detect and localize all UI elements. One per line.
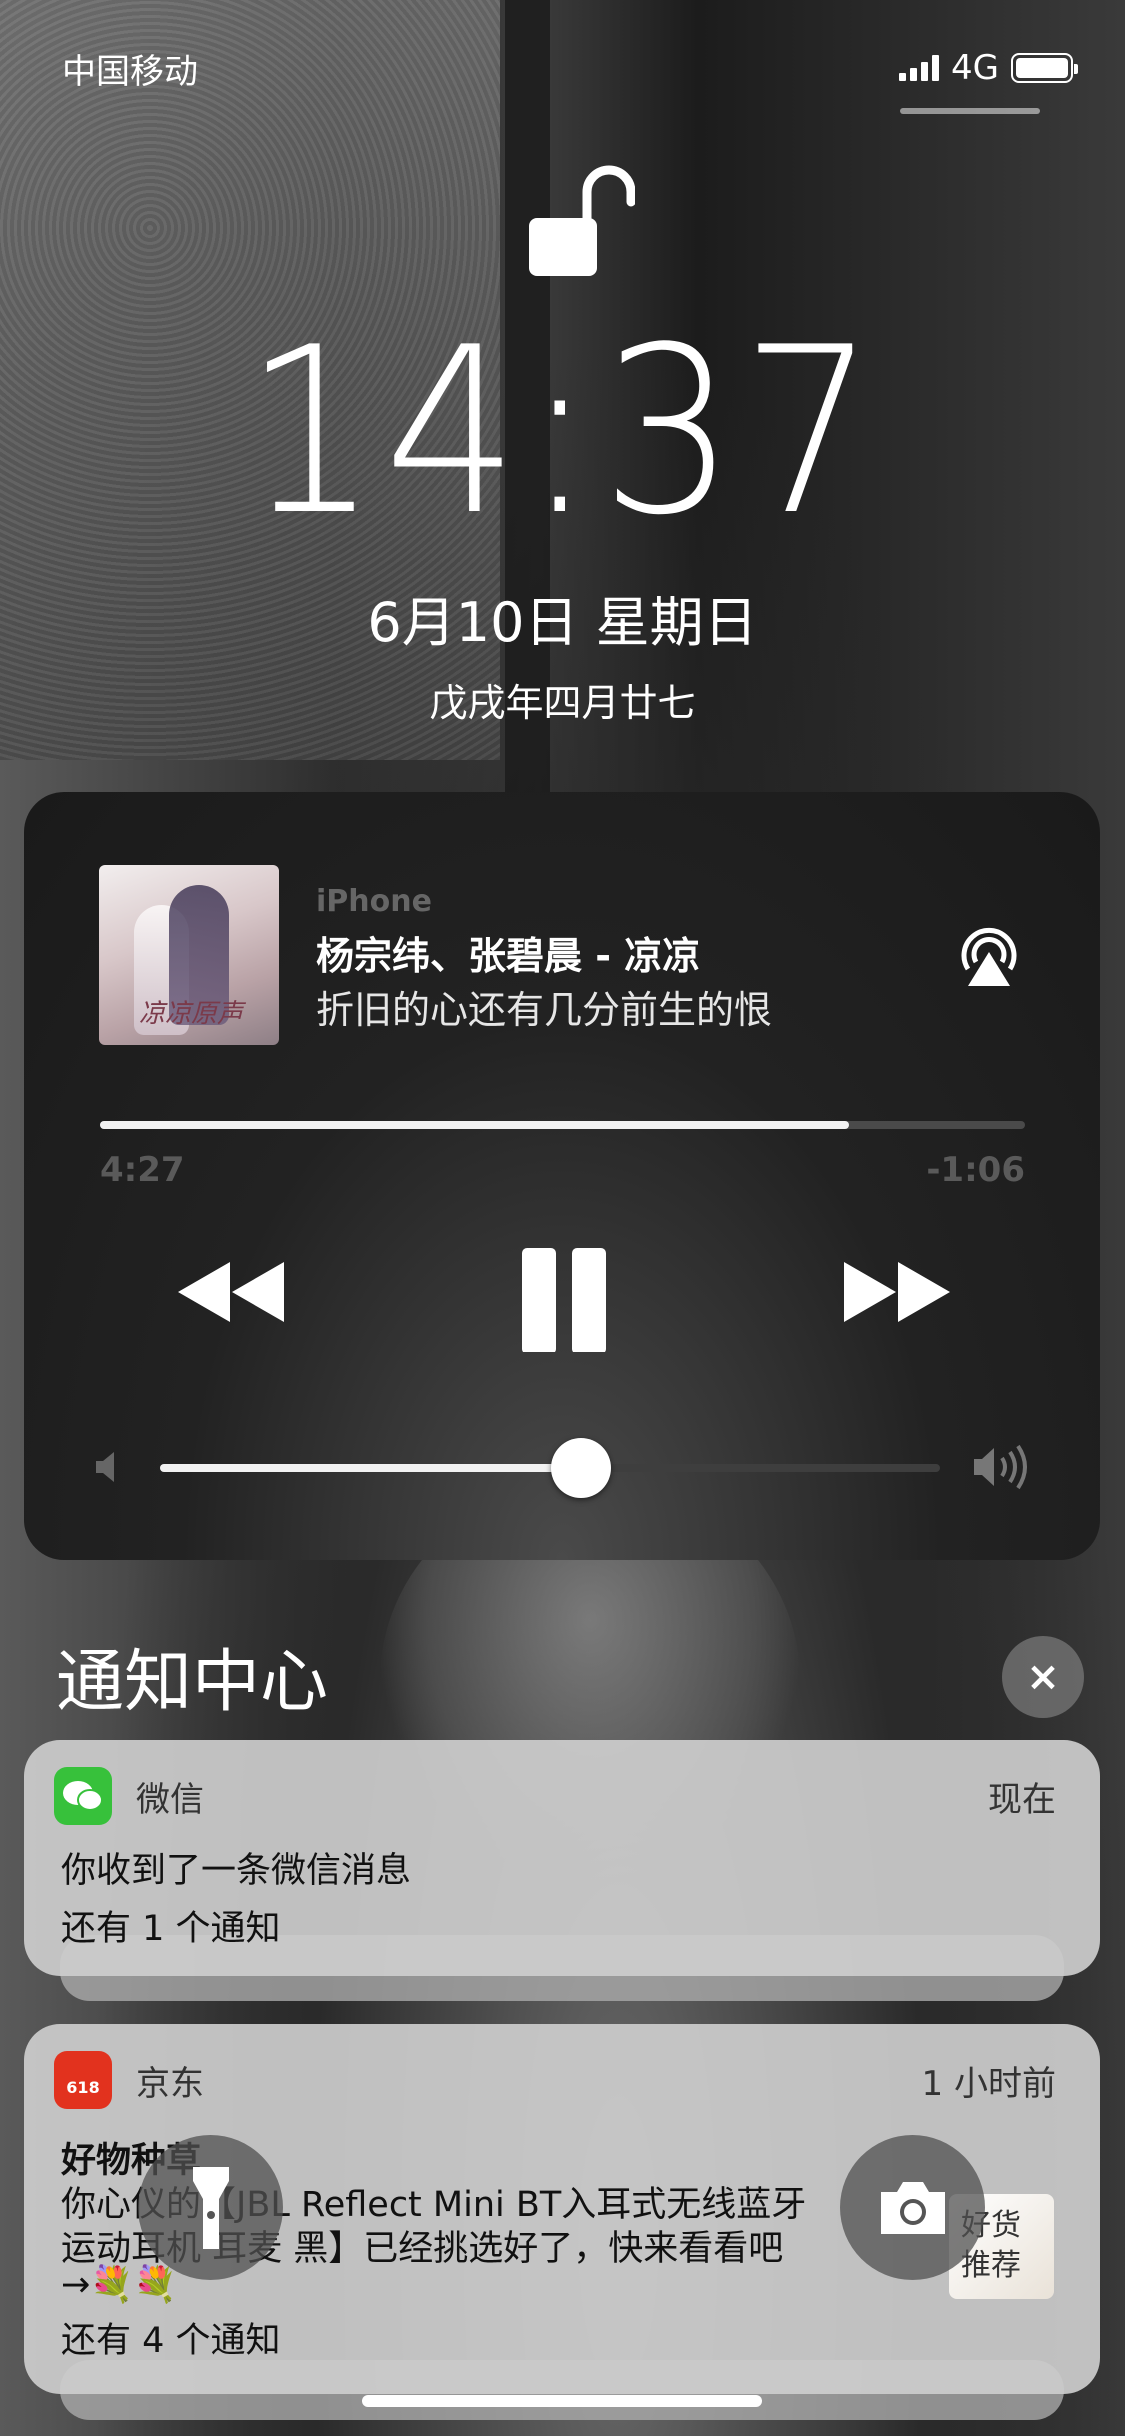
wechat-app-icon — [54, 1767, 112, 1825]
wechat-notification[interactable]: 微信 现在 你收到了一条微信消息 还有 1 个通知 — [24, 1740, 1100, 1976]
volume-high-icon — [974, 1444, 1027, 1490]
flashlight-icon — [192, 2166, 229, 2249]
now-playing-widget[interactable]: 凉凉原声 iPhone 杨宗纬、张碧晨 - 凉凉 折旧的心还有几分前生的恨 4:… — [24, 792, 1100, 1560]
control-center-indicator[interactable] — [900, 108, 1040, 114]
camera-button[interactable] — [840, 2135, 985, 2280]
track-lyric: 折旧的心还有几分前生的恨 — [316, 988, 773, 1032]
notification-app-name: 京东 — [136, 2064, 204, 2104]
camera-icon — [880, 2181, 945, 2234]
carrier-label: 中国移动 — [62, 51, 198, 92]
volume-low-icon — [96, 1452, 114, 1482]
fast-forward-button[interactable] — [842, 1232, 952, 1352]
notification-line: →💐💐 — [61, 2265, 178, 2305]
home-indicator[interactable] — [362, 2395, 762, 2407]
remaining-time: -1:06 — [926, 1150, 1025, 1190]
album-art-text: 凉凉原声 — [139, 999, 244, 1029]
lunar-date-label: 戊戌年四月廿七 — [429, 681, 696, 725]
jd-app-icon: 618 — [54, 2051, 112, 2109]
battery-icon — [1011, 53, 1078, 83]
rewind-button[interactable] — [176, 1232, 286, 1352]
playback-source: iPhone — [316, 884, 432, 919]
notification-time: 1 小时前 — [921, 2064, 1056, 2104]
volume-slider[interactable] — [160, 1438, 940, 1498]
status-bar: 中国移动 4G — [62, 48, 1078, 92]
notification-message: 你收到了一条微信消息 — [61, 1851, 412, 1891]
flashlight-button[interactable] — [138, 2135, 283, 2280]
playback-progress-fill — [100, 1121, 850, 1129]
date-label: 6月10日 星期日 — [367, 591, 758, 654]
notification-more-count: 还有 4 个通知 — [61, 2321, 281, 2361]
signal-icon — [899, 55, 940, 81]
network-label: 4G — [951, 48, 999, 88]
close-icon: × — [1026, 1654, 1060, 1700]
volume-fill — [160, 1464, 582, 1472]
pause-button[interactable] — [514, 1232, 614, 1352]
playback-scrubber[interactable] — [100, 1121, 1025, 1129]
notification-more-count: 还有 1 个通知 — [61, 1909, 281, 1949]
airplay-icon[interactable] — [954, 922, 1024, 992]
track-title: 杨宗纬、张碧晨 - 凉凉 — [316, 934, 701, 978]
notification-time: 现在 — [988, 1780, 1056, 1820]
notification-app-name: 微信 — [136, 1780, 204, 1820]
clock-time: 14:37 — [243, 299, 882, 566]
volume-knob[interactable] — [551, 1438, 612, 1498]
unlock-icon — [529, 165, 635, 276]
elapsed-time: 4:27 — [100, 1150, 185, 1190]
clear-notifications-button[interactable]: × — [1002, 1636, 1084, 1718]
jd-icon-badge: 618 — [66, 2078, 100, 2097]
notification-center-title: 通知中心 — [56, 1643, 329, 1722]
album-art[interactable]: 凉凉原声 — [99, 865, 279, 1045]
